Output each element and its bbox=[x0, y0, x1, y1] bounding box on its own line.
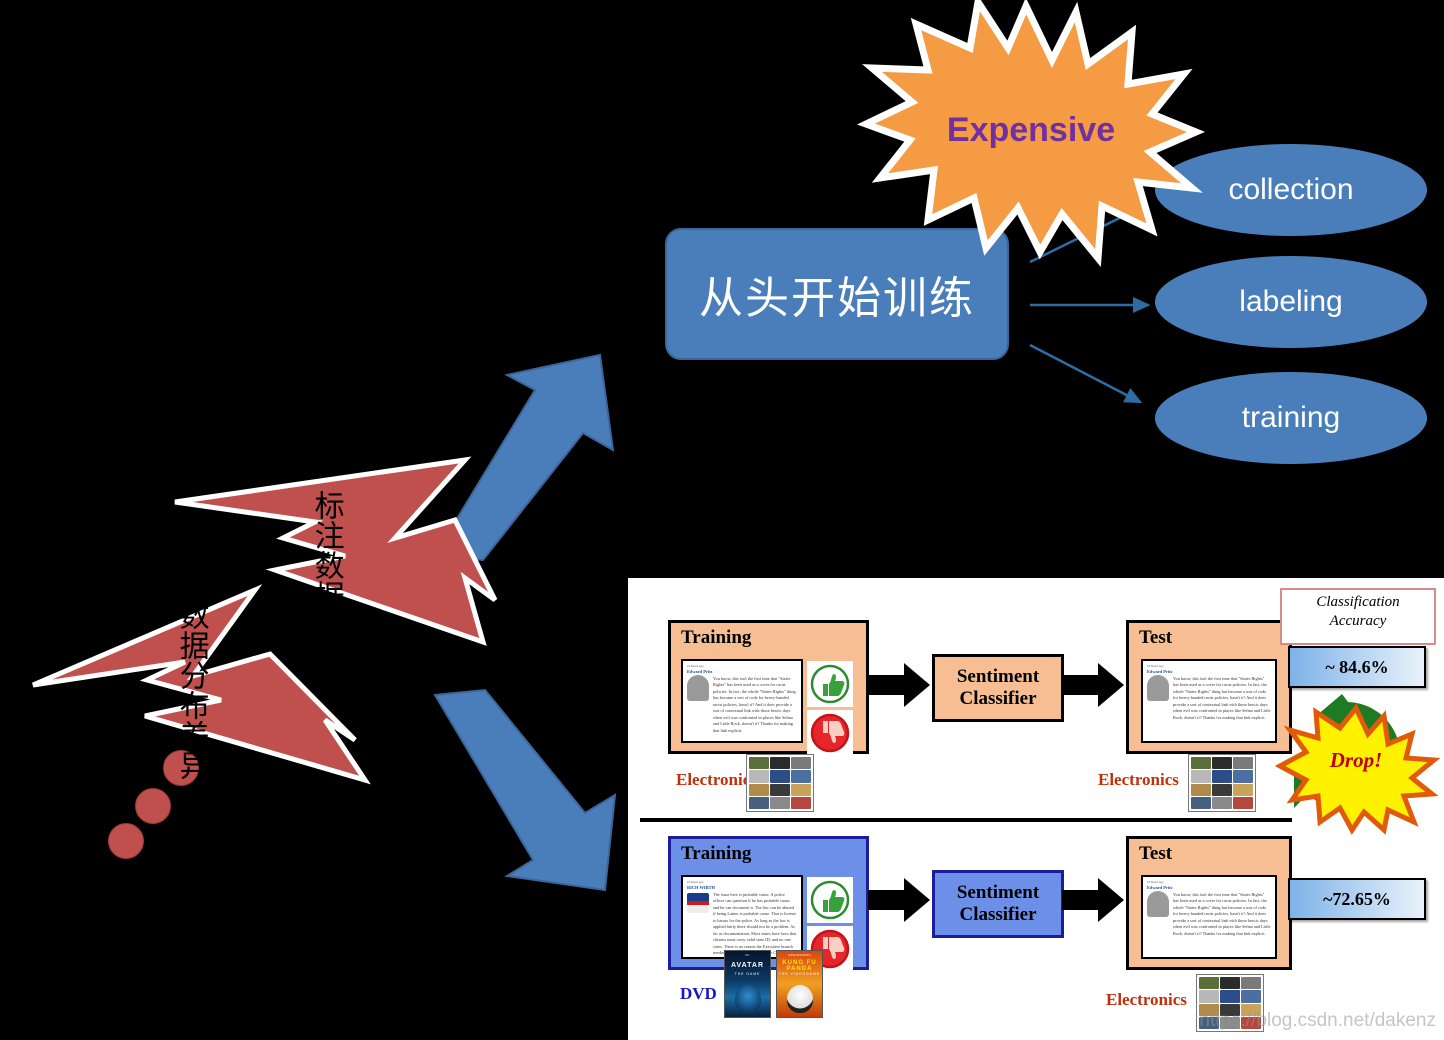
row1-classifier-line1: Sentiment bbox=[956, 666, 1040, 688]
comment-timestamp: 10 hours ago bbox=[1147, 880, 1164, 884]
row2-classifier-line2: Classifier bbox=[959, 904, 1037, 925]
dvd-cover-panda-subtitle: THE VIDEOGAME bbox=[778, 972, 821, 976]
comment-username: Edward Pritz bbox=[687, 669, 713, 674]
dvd-cover-kungfupanda: DREAMWORKS KUNG FU PANDA THE VIDEOGAME bbox=[776, 950, 823, 1018]
row2-dvd-thumbnails: PC AVATAR THE GAME DREAMWORKS KUNG FU PA… bbox=[724, 950, 823, 1018]
dvd-cover-avatar-subtitle: THE GAME bbox=[734, 972, 761, 976]
classification-accuracy-header: Classification Accuracy bbox=[1280, 588, 1436, 645]
ellipsis-dot-2 bbox=[135, 788, 171, 824]
thumbs-up-icon bbox=[807, 877, 853, 923]
row2-classifier-line1: Sentiment bbox=[956, 882, 1040, 904]
comment-avatar bbox=[687, 675, 709, 701]
row1-test-comment: 10 hours ago Edward Pritz You know, this… bbox=[1141, 659, 1277, 743]
watermark: https://blog.csdn.net/dakenz bbox=[1199, 1010, 1436, 1031]
row2-arrow-train-to-classifier bbox=[868, 878, 930, 922]
row2-training-comment: 10 hours ago RICH WIRTH The issue here i… bbox=[681, 875, 803, 959]
row2-accuracy-value: ~72.65% bbox=[1288, 878, 1426, 920]
row2-arrow-classifier-to-test bbox=[1062, 878, 1124, 922]
cost-item-labeling-label: labeling bbox=[1239, 285, 1343, 318]
row1-training-title: Training bbox=[681, 627, 752, 648]
comment-timestamp: 10 hours ago bbox=[1147, 664, 1164, 668]
row1-sentiment-classifier: Sentiment Classifier bbox=[932, 654, 1064, 722]
cost-item-collection-label: collection bbox=[1228, 173, 1354, 206]
comment-username: RICH WIRTH bbox=[687, 885, 715, 890]
row2-test-domain: Electronics bbox=[1106, 990, 1187, 1009]
cost-item-labeling[interactable]: labeling bbox=[1155, 256, 1427, 348]
row1-test-domain: Electronics bbox=[1098, 770, 1179, 789]
dvd-cover-panda-title: KUNG FU PANDA bbox=[782, 960, 817, 972]
comment-avatar bbox=[1147, 675, 1169, 701]
row2-test-title: Test bbox=[1139, 843, 1173, 864]
row1-arrow-train-to-classifier bbox=[868, 663, 930, 707]
problem-bolt-1-label: 标注数据少 bbox=[308, 490, 344, 640]
row1-test-title: Test bbox=[1139, 627, 1173, 648]
comment-timestamp: 10 hours ago bbox=[687, 664, 704, 668]
row1-arrow-classifier-to-test bbox=[1062, 663, 1124, 707]
domain-shift-figure-panel: Training 10 hours ago Edward Pritz You k… bbox=[628, 578, 1444, 1040]
expensive-starburst: Expensive bbox=[856, 0, 1206, 267]
comment-timestamp: 10 hours ago bbox=[687, 880, 704, 884]
row2-sentiment-classifier: Sentiment Classifier bbox=[932, 870, 1064, 938]
comment-username: Edward Pritz bbox=[1147, 885, 1173, 890]
comment-avatar bbox=[687, 893, 709, 913]
row2-training-title: Training bbox=[681, 843, 752, 864]
row1-classifier-line2: Classifier bbox=[959, 688, 1037, 709]
dvd-cover-avatar-art bbox=[734, 985, 761, 1013]
row2-test-comment: 10 hours ago Edward Pritz You know, this… bbox=[1141, 875, 1277, 959]
thumbs-down-icon bbox=[807, 710, 853, 756]
train-from-scratch-label: 从头开始训练 bbox=[699, 273, 975, 324]
row2-test-box: Test 10 hours ago Edward Pritz You know,… bbox=[1126, 836, 1292, 970]
comment-username: Edward Pritz bbox=[1147, 669, 1173, 674]
dvd-cover-avatar-title: AVATAR bbox=[730, 962, 765, 969]
problem-bolt-2-label: 数据分布差异 bbox=[173, 600, 209, 780]
diagram-canvas: 标注数据少 数据分布差异 从头开始训练 Expensive collection bbox=[0, 0, 1444, 1040]
row1-test-electronics-thumbnails bbox=[1188, 754, 1256, 812]
ellipsis-dot-3 bbox=[108, 823, 144, 859]
row1-electronics-thumbnails bbox=[746, 754, 814, 812]
row1-training-comment: 10 hours ago Edward Pritz You know, this… bbox=[681, 659, 803, 743]
row1-training-box: Training 10 hours ago Edward Pritz You k… bbox=[668, 620, 869, 756]
cost-item-training-label: training bbox=[1241, 401, 1341, 434]
row1-training-domain: Electronics bbox=[676, 770, 757, 789]
comment-avatar bbox=[1147, 891, 1169, 917]
dvd-cover-avatar: PC AVATAR THE GAME bbox=[724, 950, 771, 1018]
row1-test-box: Test 10 hours ago Edward Pritz You know,… bbox=[1126, 620, 1292, 754]
thumbs-up-icon bbox=[807, 661, 853, 707]
dvd-cover-panda-art bbox=[786, 985, 813, 1013]
row2-training-domain: DVD bbox=[680, 984, 717, 1003]
cost-item-training[interactable]: training bbox=[1155, 372, 1427, 464]
dvd-cover-avatar-top: PC bbox=[745, 953, 750, 957]
dvd-cover-panda-top: DREAMWORKS bbox=[788, 953, 811, 957]
panel-divider bbox=[640, 818, 1292, 822]
row1-sentiment-thumbs bbox=[807, 661, 853, 756]
row1-accuracy-value: ~ 84.6% bbox=[1288, 646, 1426, 688]
drop-badge: Drop! bbox=[1274, 690, 1441, 835]
